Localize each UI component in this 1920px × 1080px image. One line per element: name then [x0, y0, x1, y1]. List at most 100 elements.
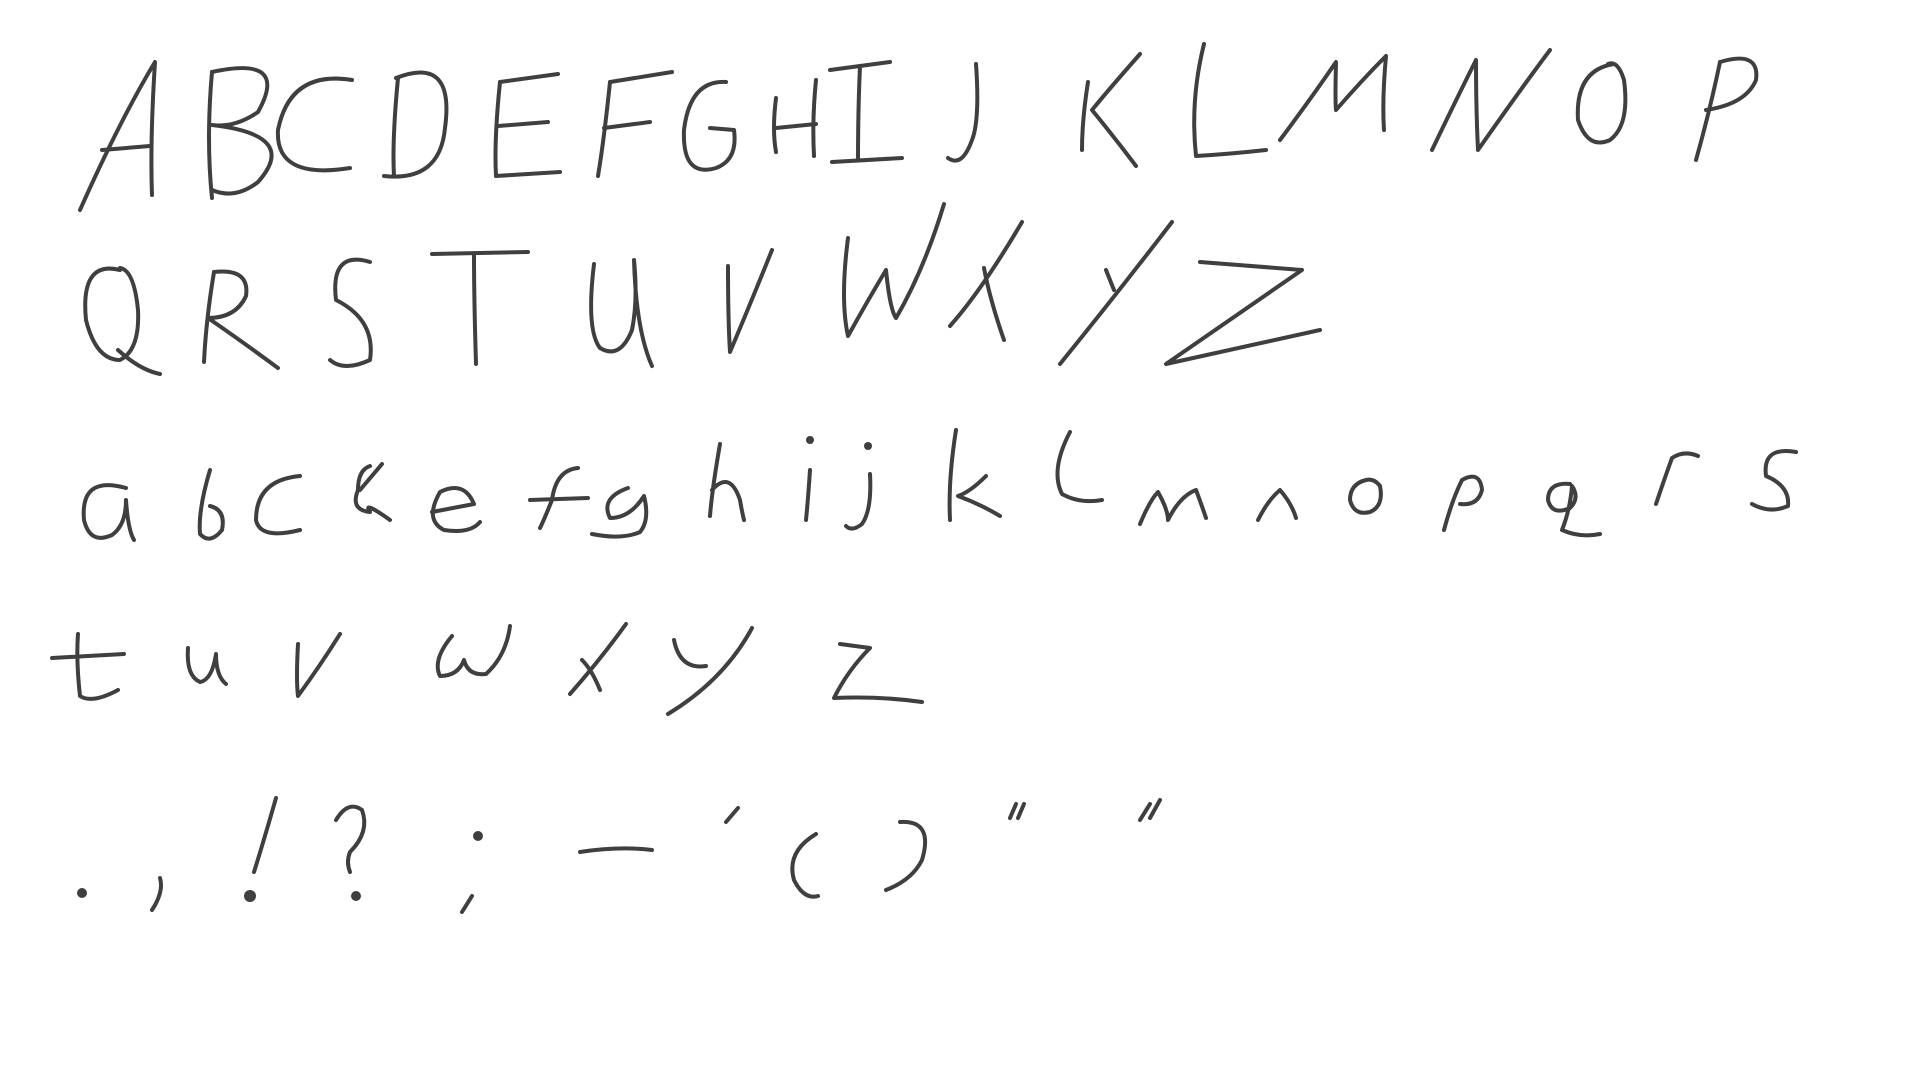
- glyph-dot: [351, 891, 361, 901]
- handwriting-ink: [50, 42, 1798, 914]
- handwritten-glyph: [1348, 477, 1383, 515]
- handwritten-glyph: [1750, 449, 1798, 512]
- handwritten-glyph: [666, 626, 754, 716]
- handwritten-glyph: [295, 632, 342, 698]
- glyph-stroke: [295, 632, 342, 698]
- handwritten-glyph: [81, 483, 136, 542]
- handwritten-glyph: [947, 428, 1002, 522]
- glyph-stroke: [1080, 80, 1090, 152]
- handwritten-glyph: [1138, 488, 1208, 526]
- glyph-stroke: [590, 486, 649, 539]
- handwritten-glyph: [1192, 42, 1268, 158]
- glyph-stroke: [1348, 477, 1383, 515]
- glyph-stroke: [956, 474, 1002, 518]
- handwritten-glyph: [83, 266, 162, 376]
- glyph-stroke: [1090, 52, 1142, 168]
- glyph-stroke: [1278, 54, 1388, 142]
- handwritten-glyph: [1080, 52, 1142, 168]
- glyph-stroke: [666, 626, 754, 716]
- handwritten-glyph: [589, 258, 654, 368]
- handwritten-glyph: [590, 486, 649, 539]
- glyph-stroke: [83, 266, 141, 362]
- glyph-stroke: [811, 78, 818, 158]
- glyph-stroke: [1546, 481, 1602, 538]
- glyph-stroke: [1750, 449, 1798, 512]
- handwritten-glyph: [948, 220, 1024, 342]
- handwritten-glyph: [528, 466, 590, 530]
- row-lowercase-t-to-z: [50, 622, 924, 716]
- handwritten-glyph: [596, 70, 674, 178]
- handwritten-glyph: [78, 60, 157, 212]
- handwritten-glyph: [150, 876, 163, 912]
- handwritten-glyph: [493, 72, 562, 178]
- handwritten-glyph: [842, 202, 946, 338]
- glyph-stroke: [275, 76, 354, 173]
- handwritten-glyph: [1546, 481, 1602, 538]
- glyph-stroke: [1104, 268, 1116, 292]
- row-punctuation: [77, 796, 1162, 914]
- glyph-stroke: [772, 96, 778, 154]
- glyph-stroke: [608, 70, 674, 84]
- glyph-stroke: [1442, 474, 1484, 532]
- glyph-stroke: [207, 70, 214, 200]
- row-uppercase-a-to-p: [78, 42, 1759, 212]
- handwritten-glyph: [708, 442, 746, 522]
- glyph-stroke: [1256, 488, 1298, 522]
- handwritten-glyph: [681, 79, 737, 172]
- handwritten-glyph: [832, 642, 924, 704]
- glyph-dot: [864, 442, 872, 450]
- handwritten-glyph: [1442, 474, 1484, 532]
- glyph-stroke: [602, 120, 652, 130]
- handwritten-glyph: [1164, 260, 1322, 366]
- handwritten-glyph: [1278, 54, 1388, 142]
- glyph-stroke: [947, 428, 958, 522]
- handwritten-glyph: [804, 436, 814, 522]
- glyph-stroke: [494, 170, 562, 178]
- handwritten-glyph: [244, 796, 278, 902]
- glyph-stroke: [710, 480, 746, 522]
- handwritten-glyph: [50, 632, 126, 701]
- glyph-stroke: [832, 642, 924, 704]
- glyph-stroke: [210, 66, 274, 196]
- handwritten-glyph: [254, 474, 302, 536]
- handwritten-glyph: [185, 646, 228, 686]
- glyph-stroke: [206, 269, 280, 370]
- glyph-dot: [77, 888, 87, 898]
- glyph-stroke: [430, 250, 530, 256]
- glyph-stroke: [672, 638, 708, 669]
- glyph-stroke: [252, 796, 278, 874]
- handwritten-glyph: [1575, 61, 1628, 145]
- glyph-stroke: [790, 832, 820, 899]
- glyph-stroke: [75, 632, 120, 701]
- handwritten-glyph: [334, 804, 367, 901]
- glyph-stroke: [578, 846, 654, 854]
- glyph-stroke: [116, 348, 162, 376]
- handwritten-glyph: [430, 486, 482, 533]
- glyph-dot: [806, 436, 814, 444]
- glyph-stroke: [1016, 802, 1026, 820]
- glyph-stroke: [1192, 42, 1268, 158]
- glyph-stroke: [1575, 61, 1628, 145]
- drawing-canvas[interactable]: [0, 0, 1920, 1080]
- handwritten-glyph: [1008, 802, 1026, 820]
- handwritten-glyph: [1055, 430, 1104, 504]
- glyph-stroke: [460, 894, 474, 914]
- glyph-stroke: [1138, 488, 1208, 526]
- handwritten-glyph: [578, 846, 654, 854]
- handwritten-glyph: [77, 888, 87, 898]
- glyph-stroke: [81, 483, 136, 542]
- handwritten-glyph: [197, 468, 225, 541]
- glyph-stroke: [842, 202, 946, 338]
- handwritten-glyph: [946, 62, 980, 163]
- handwritten-glyph: [1256, 488, 1298, 522]
- glyph-stroke: [1654, 451, 1700, 506]
- handwritten-glyph: [353, 462, 392, 522]
- glyph-stroke: [334, 804, 367, 874]
- handwritten-glyph: [828, 60, 904, 164]
- glyph-stroke: [472, 252, 478, 366]
- glyph-stroke: [856, 64, 862, 162]
- handwritten-glyph: [382, 70, 449, 179]
- glyph-stroke: [435, 624, 512, 678]
- row-lowercase-a-to-s: [81, 428, 1798, 542]
- glyph-stroke: [1055, 430, 1104, 504]
